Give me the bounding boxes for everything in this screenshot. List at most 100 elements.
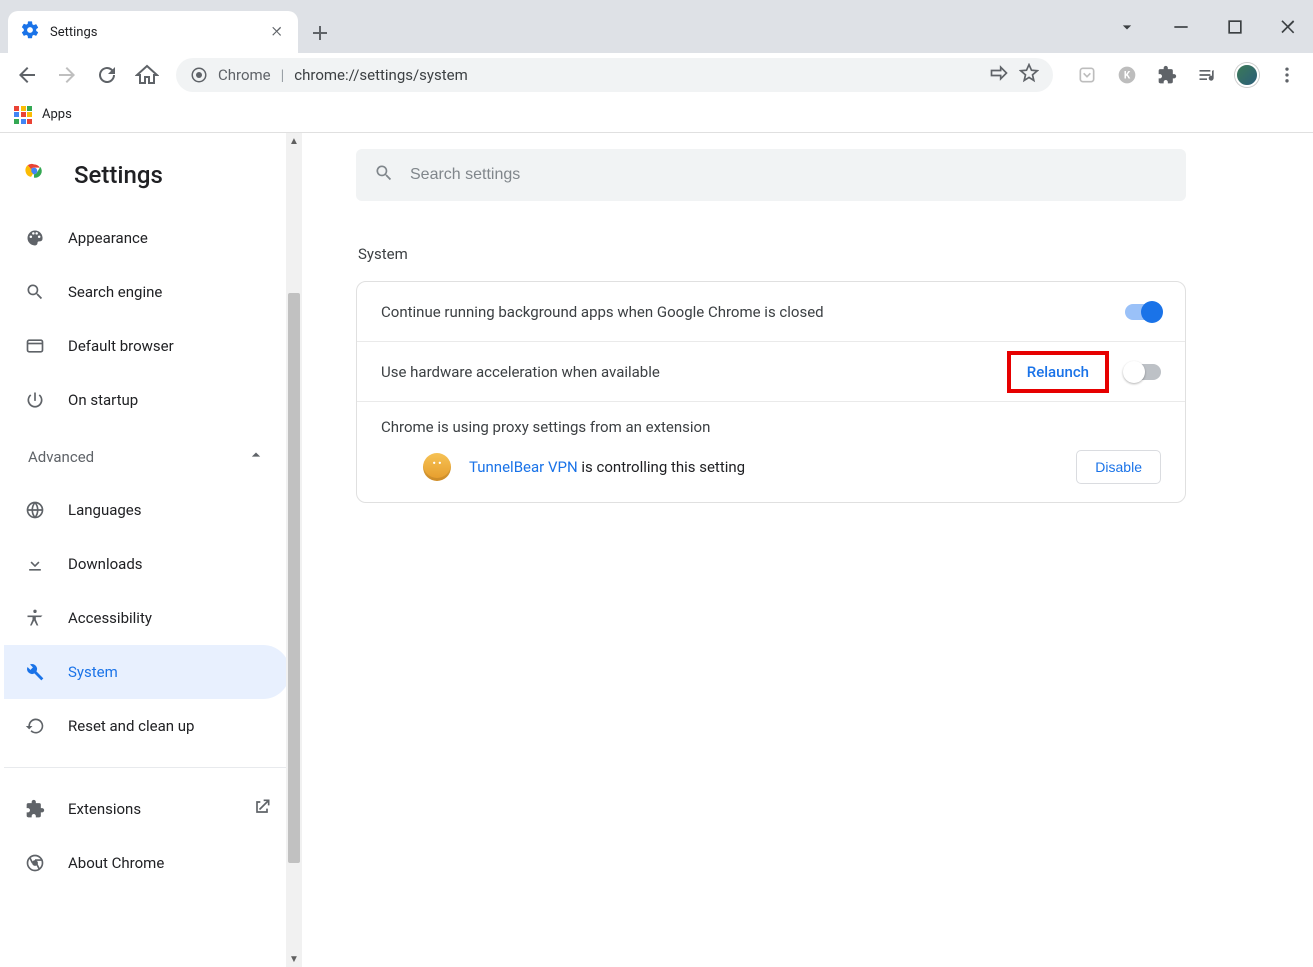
disable-extension-button[interactable]: Disable	[1076, 450, 1161, 484]
settings-search-input[interactable]	[410, 166, 1168, 184]
chrome-logo-icon	[24, 161, 52, 189]
browser-toolbar: Chrome | chrome://settings/system K	[0, 53, 1313, 97]
sidebar-label: Appearance	[68, 229, 148, 247]
omnibox-url: chrome://settings/system	[294, 66, 467, 84]
profile-avatar[interactable]	[1231, 59, 1263, 91]
chrome-mono-icon	[24, 853, 46, 873]
nav-back-button[interactable]	[10, 58, 44, 92]
row-label: Continue running background apps when Go…	[381, 303, 1125, 321]
settings-page: Settings Appearance Search engine Defaul…	[0, 133, 1313, 967]
window-maximize-button[interactable]	[1221, 17, 1249, 37]
browser-window-icon	[24, 336, 46, 356]
power-icon	[24, 390, 46, 410]
restore-icon	[24, 716, 46, 736]
sidebar-label: Downloads	[68, 555, 143, 573]
site-info-icon[interactable]	[190, 66, 208, 84]
search-icon	[24, 282, 46, 302]
extensions-puzzle-icon[interactable]	[1151, 59, 1183, 91]
row-hardware-accel: Use hardware acceleration when available…	[357, 342, 1185, 402]
new-tab-button[interactable]	[304, 17, 336, 49]
wrench-icon	[24, 662, 46, 682]
sidebar-advanced-toggle[interactable]: Advanced	[4, 427, 290, 483]
sidebar-item-system[interactable]: System	[4, 645, 290, 699]
window-controls	[1113, 0, 1313, 53]
settings-content: System Continue running background apps …	[300, 133, 1313, 967]
settings-title: Settings	[74, 161, 163, 189]
row-proxy-settings: Chrome is using proxy settings from an e…	[357, 402, 1185, 502]
window-minimize-button[interactable]	[1167, 17, 1195, 37]
advanced-label: Advanced	[28, 448, 94, 466]
scroll-down-arrow-icon[interactable]: ▼	[286, 951, 302, 967]
apps-grid-icon	[14, 106, 32, 124]
system-settings-card: Continue running background apps when Go…	[356, 281, 1186, 503]
browser-menu-button[interactable]	[1271, 59, 1303, 91]
section-title-system: System	[358, 245, 1253, 263]
tab-close-button[interactable]	[270, 24, 286, 40]
media-control-icon[interactable]	[1191, 59, 1223, 91]
sidebar-item-accessibility[interactable]: Accessibility	[4, 591, 290, 645]
sidebar-scrollbar[interactable]: ▲ ▼	[286, 133, 302, 967]
row-label: Chrome is using proxy settings from an e…	[381, 418, 1161, 436]
row-label: Use hardware acceleration when available	[381, 363, 1007, 381]
share-icon[interactable]	[989, 63, 1009, 87]
browser-tabstrip: Settings	[0, 0, 1313, 53]
proxy-extension-link[interactable]: TunnelBear VPN	[469, 458, 578, 476]
relaunch-button[interactable]: Relaunch	[1021, 357, 1095, 387]
address-bar[interactable]: Chrome | chrome://settings/system	[176, 58, 1053, 92]
row-background-apps: Continue running background apps when Go…	[357, 282, 1185, 342]
proxy-extension-info: TunnelBear VPN is controlling this setti…	[381, 436, 1161, 484]
sidebar-item-reset[interactable]: Reset and clean up	[4, 699, 290, 753]
open-external-icon	[252, 797, 272, 821]
sidebar-item-appearance[interactable]: Appearance	[4, 211, 290, 265]
omnibox-label: Chrome	[218, 66, 271, 84]
toggle-hardware-accel[interactable]	[1125, 364, 1161, 380]
tab-search-button[interactable]	[1113, 17, 1141, 37]
scroll-up-arrow-icon[interactable]: ▲	[286, 133, 302, 149]
toolbar-actions: K	[1065, 59, 1303, 91]
sidebar-item-extensions[interactable]: Extensions	[4, 782, 290, 836]
puzzle-icon	[24, 799, 46, 819]
download-icon	[24, 554, 46, 574]
browser-tab-settings[interactable]: Settings	[8, 11, 298, 53]
toggle-background-apps[interactable]	[1125, 304, 1161, 320]
sidebar-label: Languages	[68, 501, 142, 519]
sidebar-item-default-browser[interactable]: Default browser	[4, 319, 290, 373]
sidebar-item-on-startup[interactable]: On startup	[4, 373, 290, 427]
apps-shortcut[interactable]: Apps	[14, 106, 72, 124]
settings-nav: Appearance Search engine Default browser…	[0, 207, 300, 890]
window-close-button[interactable]	[1275, 17, 1303, 37]
sidebar-label: Accessibility	[68, 609, 152, 627]
bookmarks-bar: Apps	[0, 97, 1313, 133]
sidebar-label: On startup	[68, 391, 138, 409]
sidebar-item-downloads[interactable]: Downloads	[4, 537, 290, 591]
settings-search[interactable]	[356, 149, 1186, 201]
scroll-thumb[interactable]	[288, 293, 300, 863]
pocket-icon[interactable]	[1071, 59, 1103, 91]
sidebar-label: Extensions	[68, 800, 141, 818]
bookmark-star-icon[interactable]	[1019, 63, 1039, 87]
sidebar-item-about[interactable]: About Chrome	[4, 836, 290, 890]
sidebar-label: About Chrome	[68, 854, 164, 872]
sidebar-label: System	[68, 663, 118, 681]
accessibility-icon	[24, 608, 46, 628]
proxy-extension-tail: is controlling this setting	[578, 458, 745, 476]
sidebar-label: Reset and clean up	[68, 717, 194, 735]
sidebar-item-languages[interactable]: Languages	[4, 483, 290, 537]
tunnelbear-icon	[423, 453, 451, 481]
settings-sidebar: Settings Appearance Search engine Defaul…	[0, 133, 300, 967]
apps-label: Apps	[42, 107, 72, 122]
nav-reload-button[interactable]	[90, 58, 124, 92]
svg-text:K: K	[1124, 70, 1131, 81]
relaunch-highlight-box: Relaunch	[1007, 351, 1109, 393]
sidebar-label: Default browser	[68, 337, 174, 355]
settings-brand: Settings	[0, 151, 300, 207]
sidebar-label: Search engine	[68, 283, 162, 301]
chevron-up-icon	[246, 445, 266, 469]
globe-icon	[24, 500, 46, 520]
extension-k-icon[interactable]: K	[1111, 59, 1143, 91]
sidebar-item-search-engine[interactable]: Search engine	[4, 265, 290, 319]
nav-home-button[interactable]	[130, 58, 164, 92]
nav-forward-button[interactable]	[50, 58, 84, 92]
search-icon	[374, 163, 394, 187]
omnibox-separator: |	[281, 66, 285, 84]
